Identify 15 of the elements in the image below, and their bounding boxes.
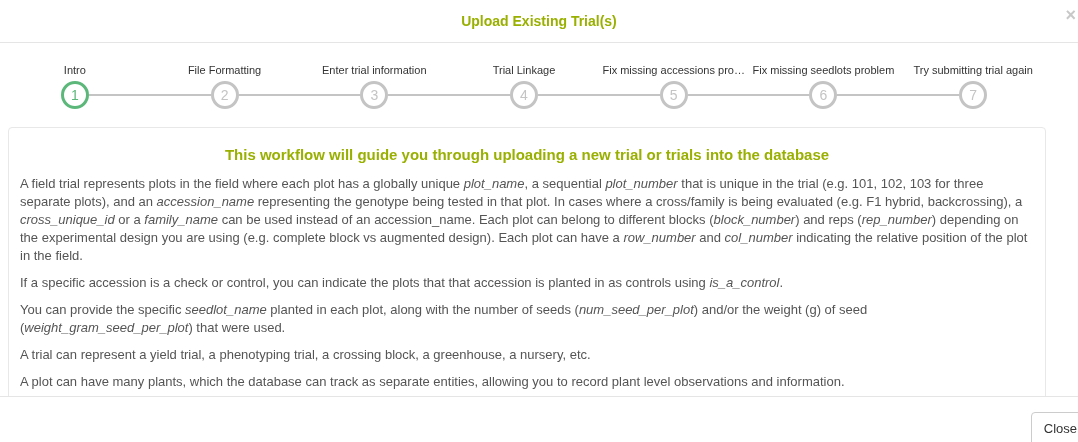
paragraph: A field trial represents plots in the field where each plot has a globally unique plot_name, a sequential plot_number that is unique in the trial (e.g. 101, 102, 103 for three separate plots), and an accession_name representing the genotype being tested in that plot. In cases where a cross/family is being evaluated (e.g. F1 hybrid, backcrossing), a cross_unique_id or a family_name can be used instead of an accession_name. Each plot can belong to different blocks (block_number) and reps (rep_number) depending on the experimental design you are using (e.g. complete block vs augmented design). Each plot can have a row_number and col_number indicating the relative position of the plot in the field. [20,175,1029,265]
paragraph: If a specific accession is a check or control, you can indicate the plots that that accession is planted in as controls using is_a_control. [20,274,785,292]
paragraph: You can provide the specific seedlot_name planted in each plot, along with the number of seeds (num_seed_per_plot) and/or the weight (g) of seed (weight_gram_seed_per_plot) that were used. [20,301,869,337]
paragraph: A trial can represent a yield trial, a phenotyping trial, a crossing block, a greenhouse, a nursery, etc. [20,346,592,364]
close-button[interactable]: Close [1030,412,1078,442]
workflow-heading: This workflow will guide you through uploading a new trial or trials into the database [223,145,831,165]
step-label: Fix missing seedlots problem [752,64,895,77]
step-label: Enter trial information [322,64,427,77]
step-label: File Formatting [187,64,262,77]
dialog-title: Upload Existing Trial(s) [461,11,617,31]
step-label: Try submitting trial again [913,64,1033,77]
paragraph: A plot can have many plants, which the database can track as separate entities, allowing you to record plant level observations and information. [20,373,846,391]
step-label: Trial Linkage [492,64,556,77]
step-label: Fix missing accessions pro… [602,64,745,77]
step-label: Intro [63,64,86,77]
